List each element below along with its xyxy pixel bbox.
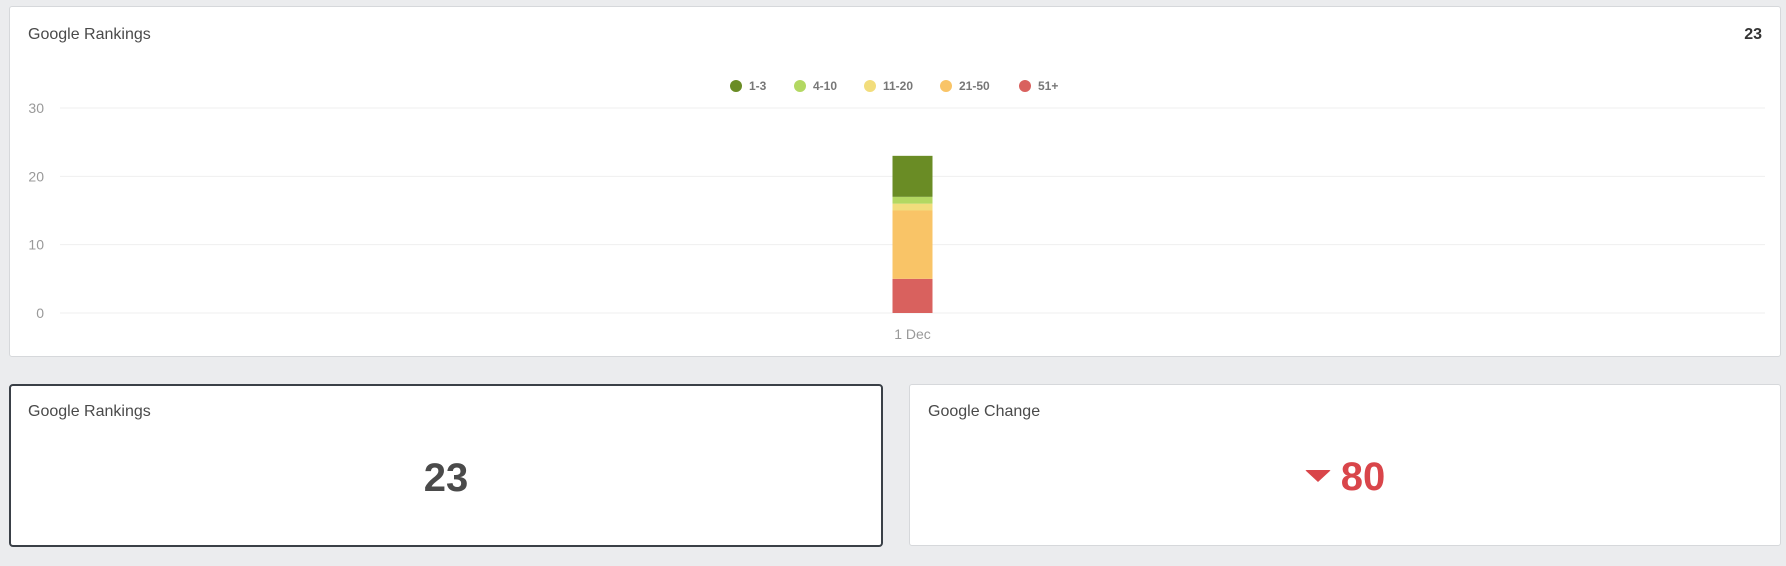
legend-item[interactable]: 4-10 <box>794 79 837 93</box>
google-change-card[interactable]: Google Change 80 <box>909 384 1781 546</box>
bar-segment-1-3[interactable] <box>892 155 933 197</box>
rankings-card-title: Google Rankings <box>28 403 151 420</box>
y-tick-label: 20 <box>28 168 44 184</box>
chart-legend: 1-3 4-10 11-20 21-50 51+ <box>730 79 1058 93</box>
google-rankings-card[interactable]: Google Rankings 23 <box>9 384 883 547</box>
y-tick-label: 0 <box>36 305 44 321</box>
legend-item[interactable]: 1-3 <box>730 79 767 93</box>
legend-marker <box>940 80 952 92</box>
bar-segment-51+[interactable] <box>892 278 933 313</box>
legend-label: 21-50 <box>959 79 990 93</box>
y-tick-label: 30 <box>28 100 44 116</box>
bar-segment-11-20[interactable] <box>892 203 933 211</box>
change-card-title: Google Change <box>928 403 1041 420</box>
legend-item[interactable]: 51+ <box>1019 79 1058 93</box>
y-axis: 30 20 10 0 <box>28 100 44 321</box>
legend-label: 11-20 <box>883 79 913 93</box>
legend-label: 4-10 <box>813 79 837 93</box>
change-value: 80 <box>1340 455 1386 499</box>
rankings-stacked-bar-chart: 1-3 4-10 11-20 21-50 51+ 30 20 10 0 1 Dec <box>28 79 1765 342</box>
bar-segment-4-10[interactable] <box>892 196 933 204</box>
rankings-count-value: 23 <box>423 456 469 500</box>
change-value-wrap: 80 <box>910 455 1780 500</box>
legend-label: 1-3 <box>749 79 767 93</box>
legend-marker <box>864 80 876 92</box>
legend-marker <box>730 80 742 92</box>
legend-item[interactable]: 11-20 <box>864 79 913 93</box>
legend-marker <box>1019 80 1031 92</box>
bar-segment-21-50[interactable] <box>892 210 933 279</box>
legend-item[interactable]: 21-50 <box>940 79 990 93</box>
legend-label: 51+ <box>1038 79 1058 93</box>
x-tick-label: 1 Dec <box>894 326 931 342</box>
legend-marker <box>794 80 806 92</box>
caret-down-icon <box>1304 470 1331 483</box>
chart-bars <box>892 155 933 313</box>
y-tick-label: 10 <box>28 237 44 253</box>
x-axis: 1 Dec <box>894 326 931 342</box>
rankings-chart-card: Google Rankings 23 1-3 4-10 11-20 21-50 51+ … <box>9 6 1781 357</box>
